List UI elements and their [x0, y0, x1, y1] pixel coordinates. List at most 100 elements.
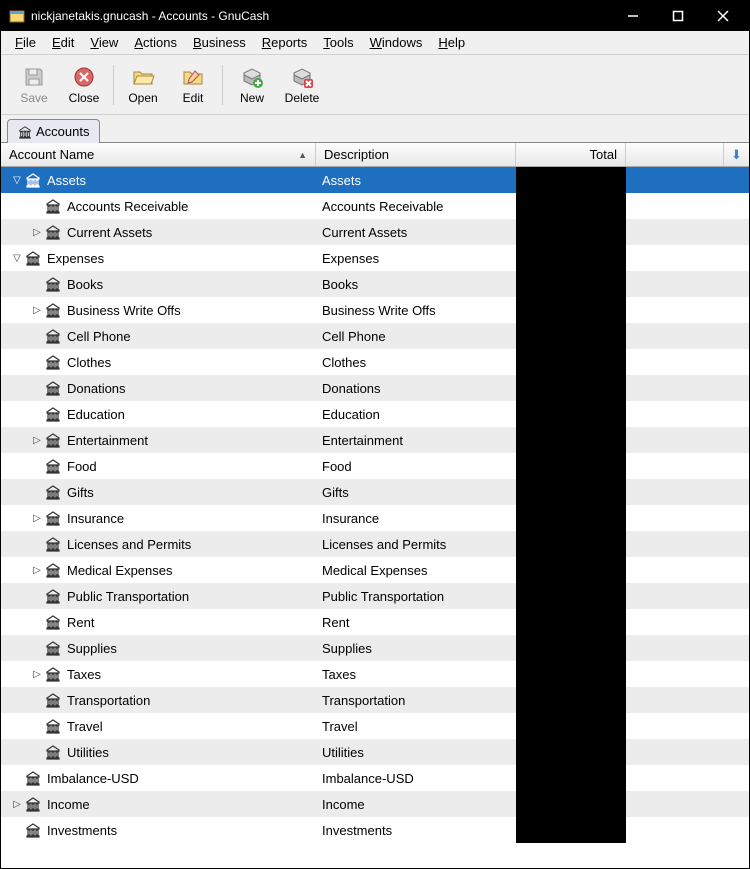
accounts-tree[interactable]: ▽AssetsAssetsAccounts ReceivableAccounts…	[1, 167, 749, 868]
close-icon	[72, 65, 96, 89]
save-button[interactable]: Save	[9, 59, 59, 111]
column-description[interactable]: Description	[316, 143, 516, 166]
tab-accounts[interactable]: Accounts	[7, 119, 100, 143]
table-row[interactable]: BooksBooks	[1, 271, 749, 297]
table-row[interactable]: GiftsGifts	[1, 479, 749, 505]
expander-icon	[31, 460, 43, 472]
menu-bar: File Edit View Actions Business Reports …	[1, 31, 749, 55]
menu-edit[interactable]: Edit	[44, 33, 82, 52]
table-row[interactable]: Public TransportationPublic Transportati…	[1, 583, 749, 609]
folder-open-icon	[131, 65, 155, 89]
menu-tools[interactable]: Tools	[315, 33, 361, 52]
account-name-cell: Gifts	[1, 484, 316, 500]
total-cell	[516, 349, 626, 375]
close-button-toolbar[interactable]: Close	[59, 59, 109, 111]
account-name-cell: Books	[1, 276, 316, 292]
menu-business[interactable]: Business	[185, 33, 254, 52]
delete-button[interactable]: Delete	[277, 59, 327, 111]
expander-icon[interactable]: ▷	[31, 512, 43, 524]
account-name: Expenses	[47, 251, 104, 266]
expander-icon[interactable]: ▽	[11, 174, 23, 186]
table-row[interactable]: ▷ Current AssetsCurrent Assets	[1, 219, 749, 245]
expander-icon	[31, 278, 43, 290]
maximize-button[interactable]	[655, 1, 700, 31]
table-row[interactable]: SuppliesSupplies	[1, 635, 749, 661]
expander-icon[interactable]: ▷	[31, 304, 43, 316]
expander-icon[interactable]: ▷	[31, 226, 43, 238]
description-cell: Licenses and Permits	[316, 537, 516, 552]
table-row[interactable]: UtilitiesUtilities	[1, 739, 749, 765]
close-label: Close	[69, 91, 100, 105]
table-row[interactable]: ▷InsuranceInsurance	[1, 505, 749, 531]
expander-icon[interactable]: ▷	[31, 668, 43, 680]
account-name: Education	[67, 407, 125, 422]
account-name: Current Assets	[67, 225, 152, 240]
table-row[interactable]: TransportationTransportation	[1, 687, 749, 713]
menu-actions[interactable]: Actions	[126, 33, 185, 52]
description-cell: Education	[316, 407, 516, 422]
table-row[interactable]: RentRent	[1, 609, 749, 635]
table-row[interactable]: Licenses and PermitsLicenses and Permits	[1, 531, 749, 557]
description-cell: Imbalance-USD	[316, 771, 516, 786]
menu-help[interactable]: Help	[430, 33, 473, 52]
table-row[interactable]: ▷Business Write OffsBusiness Write Offs	[1, 297, 749, 323]
account-name-cell: Utilities	[1, 744, 316, 760]
table-row[interactable]: ▷EntertainmentEntertainment	[1, 427, 749, 453]
total-cell	[516, 401, 626, 427]
account-name: Travel	[67, 719, 103, 734]
account-name: Entertainment	[67, 433, 148, 448]
account-name-cell: Food	[1, 458, 316, 474]
table-row[interactable]: DonationsDonations	[1, 375, 749, 401]
account-name: Business Write Offs	[67, 303, 181, 318]
table-row[interactable]: ▽AssetsAssets	[1, 167, 749, 193]
new-icon	[240, 65, 264, 89]
table-row[interactable]: FoodFood	[1, 453, 749, 479]
menu-windows[interactable]: Windows	[362, 33, 431, 52]
description-cell: Donations	[316, 381, 516, 396]
minimize-button[interactable]	[610, 1, 655, 31]
account-name-cell: ▽ Expenses	[1, 250, 316, 266]
table-row[interactable]: ▷IncomeIncome	[1, 791, 749, 817]
table-row[interactable]: ClothesClothes	[1, 349, 749, 375]
account-name-cell: ▷ Current Assets	[1, 224, 316, 240]
table-row[interactable]: InvestmentsInvestments	[1, 817, 749, 843]
total-cell	[516, 687, 626, 713]
expander-icon	[11, 772, 23, 784]
edit-button[interactable]: Edit	[168, 59, 218, 111]
table-row[interactable]: Cell PhoneCell Phone	[1, 323, 749, 349]
menu-file[interactable]: File	[7, 33, 44, 52]
new-button[interactable]: New	[227, 59, 277, 111]
account-name: Transportation	[67, 693, 150, 708]
column-account-name[interactable]: Account Name ▲	[1, 143, 316, 166]
expander-icon	[31, 720, 43, 732]
table-row[interactable]: ▷TaxesTaxes	[1, 661, 749, 687]
description-cell: Income	[316, 797, 516, 812]
expander-icon	[31, 330, 43, 342]
close-button[interactable]	[700, 1, 745, 31]
table-row[interactable]: Imbalance-USDImbalance-USD	[1, 765, 749, 791]
menu-view[interactable]: View	[82, 33, 126, 52]
total-cell	[516, 713, 626, 739]
menu-reports[interactable]: Reports	[254, 33, 316, 52]
description-cell: Books	[316, 277, 516, 292]
expander-icon[interactable]: ▷	[11, 798, 23, 810]
table-row[interactable]: Education Education	[1, 401, 749, 427]
account-name-cell: ▷Income	[1, 796, 316, 812]
expander-icon	[11, 824, 23, 836]
table-row[interactable]: ▷Medical ExpensesMedical Expenses	[1, 557, 749, 583]
table-row[interactable]: Accounts ReceivableAccounts Receivable	[1, 193, 749, 219]
column-options-button[interactable]: ⬇	[724, 143, 749, 166]
table-row[interactable]: ▽ ExpensesExpenses	[1, 245, 749, 271]
column-total[interactable]: Total	[516, 143, 626, 166]
open-button[interactable]: Open	[118, 59, 168, 111]
account-name: Investments	[47, 823, 117, 838]
account-name-cell: Licenses and Permits	[1, 536, 316, 552]
account-name: Rent	[67, 615, 94, 630]
account-name: Medical Expenses	[67, 563, 173, 578]
expander-icon[interactable]: ▽	[11, 252, 23, 264]
toolbar-separator	[222, 65, 223, 105]
total-cell	[516, 583, 626, 609]
expander-icon[interactable]: ▷	[31, 564, 43, 576]
expander-icon[interactable]: ▷	[31, 434, 43, 446]
table-row[interactable]: TravelTravel	[1, 713, 749, 739]
